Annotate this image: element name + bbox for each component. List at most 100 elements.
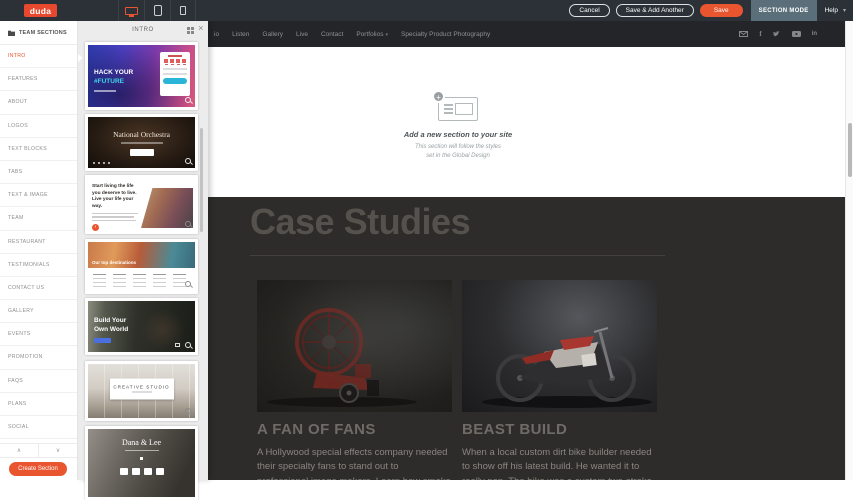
thumbnail-button: [130, 149, 154, 156]
sidebar-item-team[interactable]: TEAM: [0, 207, 77, 230]
zoom-preview-icon[interactable]: [185, 221, 191, 227]
thumbnail-headline: Start living the life you deserve to liv…: [92, 184, 142, 211]
sidebar-item-social[interactable]: SOCIAL: [0, 416, 77, 439]
article-title: A FAN OF FANS: [257, 421, 452, 438]
nav-item-gallery[interactable]: Gallery: [262, 31, 283, 38]
form-button: [163, 78, 187, 84]
sidebar-item-text-blocks[interactable]: TEXT BLOCKS: [0, 138, 77, 161]
nav-item-contact[interactable]: Contact: [321, 31, 343, 38]
intro-sections-panel: INTRO × HACK YOUR #FUTURE: [78, 21, 208, 480]
thumbnail-image: CREATIVE STUDIO: [88, 364, 195, 418]
sidebar-item-gallery[interactable]: GALLERY: [0, 300, 77, 323]
topbar-actions: Cancel Save & Add Another Save SECTION M…: [569, 0, 853, 21]
scrollbar-thumb[interactable]: [848, 123, 852, 177]
images-stack-icon: [175, 343, 180, 347]
sidebar-pager: ∧ ∨: [0, 443, 77, 458]
sidebar-item-about[interactable]: ABOUT: [0, 91, 77, 114]
sidebar-item-promotion[interactable]: PROMOTION: [0, 346, 77, 369]
text-bar: [94, 90, 116, 92]
panel-scrollbar[interactable]: [200, 128, 203, 232]
nav-item-live[interactable]: Live: [296, 31, 308, 38]
sidebar-item-contact-us[interactable]: CONTACT US: [0, 277, 77, 300]
nav-item-label: Portfolios: [356, 31, 383, 38]
thumbnail-button: [94, 338, 111, 343]
section-thumbnail-dana-lee[interactable]: Dana & Lee: [85, 426, 198, 500]
email-icon[interactable]: [739, 31, 748, 37]
section-thumbnail-top-destinations[interactable]: Our top destinations: [85, 239, 198, 294]
section-thumbnail-build-your-own-world[interactable]: Build Your Own World: [85, 298, 198, 355]
nav-item-listen[interactable]: Listen: [232, 31, 249, 38]
tablet-view-button[interactable]: [144, 0, 170, 21]
zoom-preview-icon[interactable]: [185, 158, 191, 164]
save-button[interactable]: Save: [700, 4, 743, 17]
thumbnail-headline: Build Your Own World: [94, 316, 128, 334]
site-navigation: io Listen Gallery Live Contact Portfolio…: [208, 21, 845, 47]
subtitle-bar: [132, 392, 152, 393]
youtube-icon[interactable]: [792, 31, 801, 37]
nav-item-partial[interactable]: io: [214, 31, 219, 38]
dot: [140, 457, 143, 460]
mobile-view-button[interactable]: [170, 0, 196, 21]
facebook-icon[interactable]: f: [759, 31, 761, 38]
slider-dots: [93, 162, 110, 164]
article-text: A Hollywood special effects company need…: [257, 446, 452, 480]
panel-title: INTRO: [132, 27, 154, 33]
article-title: BEAST BUILD: [462, 421, 657, 438]
section-thumbnail-hack-your-future[interactable]: HACK YOUR #FUTURE: [85, 42, 198, 110]
scroll-up-button[interactable]: ∧: [0, 444, 39, 457]
fan-machine-photo: [257, 280, 452, 412]
linkedin-icon[interactable]: in: [812, 31, 817, 37]
sidebar-item-tabs[interactable]: TABS: [0, 161, 77, 184]
sidebar-item-logos[interactable]: LOGOS: [0, 115, 77, 138]
thumbnail-image: Our top destinations: [88, 242, 195, 291]
nav-item-portfolios[interactable]: Portfolios▾: [356, 31, 388, 38]
tablet-icon: [154, 5, 162, 16]
sidebar-item-plans[interactable]: PLANS: [0, 393, 77, 416]
case-studies-columns: A FAN OF FANS A Hollywood special effect…: [257, 280, 657, 480]
sidebar-item-text-image[interactable]: TEXT & IMAGE: [0, 184, 77, 207]
sidebar-item-features[interactable]: FEATURES: [0, 68, 77, 91]
placeholder-subtitle-line2: set in the Global Design: [338, 152, 578, 161]
sidebar-item-events[interactable]: EVENTS: [0, 323, 77, 346]
save-add-another-button[interactable]: Save & Add Another: [616, 4, 694, 17]
help-menu[interactable]: Help: [825, 7, 838, 14]
thumbnail-headline: HACK YOUR #FUTURE: [94, 69, 133, 92]
fan-machine-illustration: [257, 280, 452, 412]
scroll-down-button[interactable]: ∨: [39, 444, 77, 457]
headline-line2: Own World: [94, 325, 128, 334]
sidebar-item-testimonials[interactable]: TESTIMONIALS: [0, 254, 77, 277]
sidebar-item-faqs[interactable]: FAQS: [0, 370, 77, 393]
twitter-icon[interactable]: [773, 31, 781, 37]
zoom-preview-icon[interactable]: [185, 342, 191, 348]
section-mode-badge: SECTION MODE: [751, 0, 817, 21]
section-thumbnail-start-living[interactable]: Start living the life you deserve to liv…: [85, 175, 198, 234]
chevron-up-icon: ∧: [17, 447, 21, 454]
add-section-placeholder[interactable]: + Add a new section to your site This se…: [338, 97, 578, 162]
zoom-preview-icon[interactable]: [185, 281, 191, 287]
top-bar: duda Cancel Save & Add Another Save SECT…: [0, 0, 853, 21]
placeholder-subtitle: This section will follow the styles set …: [338, 143, 578, 162]
grid-view-icon[interactable]: [187, 27, 194, 34]
desktop-view-button[interactable]: [118, 0, 144, 21]
headline-line1: HACK YOUR: [94, 69, 133, 78]
placeholder-title: Add a new section to your site: [338, 130, 578, 139]
zoom-preview-icon[interactable]: [185, 97, 191, 103]
thumbnail-text-column: Start living the life you deserve to liv…: [92, 184, 142, 231]
section-thumbnail-creative-studio[interactable]: CREATIVE STUDIO: [85, 361, 198, 421]
section-thumbnail-national-orchestra[interactable]: National Orchestra: [85, 114, 198, 171]
nav-item-specialty-product-photography[interactable]: Specialty Product Photography: [401, 31, 490, 38]
page-scrollbar[interactable]: [845, 21, 853, 480]
create-section-button[interactable]: Create Section: [9, 462, 67, 476]
close-icon[interactable]: ×: [198, 23, 204, 33]
article-text: When a local custom dirt bike builder ne…: [462, 446, 657, 480]
cancel-button[interactable]: Cancel: [569, 4, 609, 17]
thumbnail-image: Dana & Lee: [88, 429, 195, 497]
duda-logo[interactable]: duda: [24, 4, 57, 17]
subtitle-bar: [125, 450, 159, 451]
thumbnail-image: HACK YOUR #FUTURE: [88, 45, 195, 107]
sidebar-item-intro[interactable]: INTRO: [0, 45, 77, 68]
thumbnail-headline: National Orchestra: [88, 117, 195, 139]
zoom-preview-icon[interactable]: [185, 408, 191, 414]
sidebar-item-restaurant[interactable]: RESTAURANT: [0, 231, 77, 254]
chevron-down-icon[interactable]: ▾: [843, 7, 846, 14]
